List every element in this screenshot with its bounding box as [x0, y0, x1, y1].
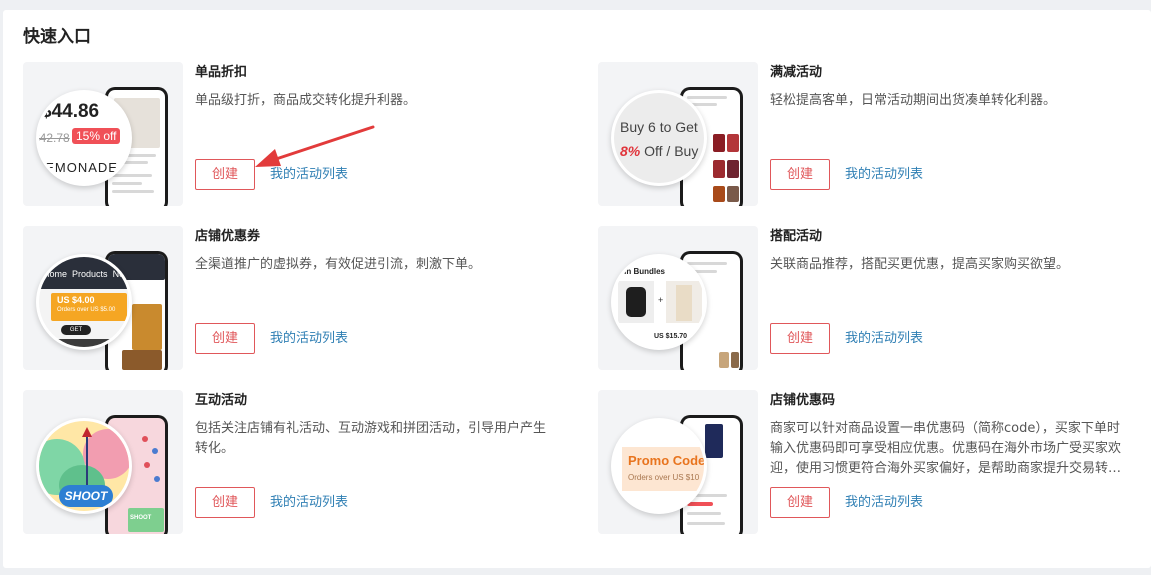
coupon-ticket: US $4.00 Orders over US $5.00	[51, 293, 127, 321]
shoot-pill: SHOOT	[59, 485, 113, 507]
card-description: 商家可以针对商品设置一串优惠码（简称code），买家下单时输入优惠码即可享受相应…	[770, 421, 1122, 476]
section-title: 快速入口	[23, 27, 91, 47]
create-button[interactable]: 创建	[770, 159, 830, 190]
bundle-plus: +	[658, 295, 664, 305]
card-description: 单品级打折，商品成交转化提升利器。	[195, 93, 417, 108]
create-button[interactable]: 创建	[770, 323, 830, 354]
discount-lens: $44.86 $42.78 15% off LEMONADE	[36, 90, 132, 186]
shoot-lens: SHOOT	[36, 418, 132, 514]
card-description: 轻松提高客单，日常活动期间出货凑单转化利器。	[770, 93, 1057, 108]
buy-get-lens: Buy 6 to Get 8% Off / Buy	[611, 90, 707, 186]
buy-get-line: Buy 6 to Get	[620, 119, 698, 135]
nav-products: Products	[72, 269, 108, 279]
price-text: $44.86	[41, 101, 100, 122]
brand-word: LEMONADE	[37, 160, 118, 175]
create-button[interactable]: 创建	[770, 487, 830, 518]
card-full-reduction: Buy 6 to Get 8% Off / Buy 满减活动 轻松提高客单，日常…	[598, 62, 1138, 207]
discount-badge: 15% off	[72, 128, 121, 144]
nav-new: New	[112, 269, 131, 279]
create-button[interactable]: 创建	[195, 159, 255, 190]
activity-list-link[interactable]: 我的活动列表	[845, 166, 923, 184]
create-button[interactable]: 创建	[195, 323, 255, 354]
thumb-promo-code: Promo Code Orders over US $10	[598, 390, 758, 534]
promo-code-label: Promo Code	[628, 453, 706, 468]
card-bundle: p in Bundles + US $15.70 搭配活动 关联商品推荐，搭配买…	[598, 226, 1138, 371]
coupon-condition: Orders over US $5.00	[57, 307, 116, 313]
off-per-buy: Off / Buy	[640, 143, 699, 159]
promo-code-lens: Promo Code Orders over US $10	[611, 418, 707, 514]
get-coupon-pill: GET	[61, 325, 91, 335]
promo-code-condition: Orders over US $10	[628, 473, 700, 482]
bundle-item-pants	[666, 281, 702, 323]
activity-list-link[interactable]: 我的活动列表	[270, 330, 348, 348]
shoot-small-label: SHOOT	[130, 515, 152, 521]
card-title: 单品折扣	[195, 65, 248, 80]
card-description: 全渠道推广的虚拟券，有效促进引流，刺激下单。	[195, 257, 482, 272]
card-store-coupon: Home Products New US $4.00 Orders over U…	[23, 226, 563, 371]
coupon-lens: Home Products New US $4.00 Orders over U…	[36, 254, 132, 350]
thumb-store-coupon: Home Products New US $4.00 Orders over U…	[23, 226, 183, 370]
activity-list-link[interactable]: 我的活动列表	[845, 330, 923, 348]
bundle-item-top	[618, 281, 654, 323]
coupon-amount: US $4.00	[57, 295, 95, 305]
card-title: 互动活动	[195, 393, 248, 408]
discount-percent: 8%	[620, 143, 641, 159]
card-title: 店铺优惠码	[770, 393, 836, 408]
shoot-label: SHOOT	[64, 489, 108, 503]
create-button[interactable]: 创建	[195, 487, 255, 518]
bundle-price: US $15.70	[654, 333, 688, 340]
quick-entry-panel: 快速入口 $44.86 $42.78 15% off LEMONADE 单品折扣…	[3, 10, 1151, 568]
activity-list-link[interactable]: 我的活动列表	[845, 494, 923, 512]
thumb-bundle: p in Bundles + US $15.70	[598, 226, 758, 370]
bundle-lens: p in Bundles + US $15.70	[611, 254, 707, 350]
thumb-single-discount: $44.86 $42.78 15% off LEMONADE	[23, 62, 183, 206]
card-title: 店铺优惠券	[195, 229, 261, 244]
card-description: 包括关注店铺有礼活动、互动游戏和拼团活动，引导用户产生转化。	[195, 421, 547, 456]
card-interactive: SHOOT SHOOT 互动活动 包括关注店铺有礼活动、互动游戏和拼团活动，引导…	[23, 390, 563, 535]
nav-home: Home	[43, 269, 68, 279]
activity-list-link[interactable]: 我的活动列表	[270, 494, 348, 512]
old-price-text: $42.78	[36, 131, 70, 145]
card-promo-code: Promo Code Orders over US $10 店铺优惠码 商家可以…	[598, 390, 1138, 535]
promo-ticket: Promo Code Orders over US $10	[622, 447, 706, 491]
card-description: 关联商品推荐，搭配买更优惠，提高买家购买欲望。	[770, 257, 1070, 272]
pointer-arrow-icon	[255, 125, 375, 167]
card-title: 搭配活动	[770, 229, 823, 244]
thumb-full-reduction: Buy 6 to Get 8% Off / Buy	[598, 62, 758, 206]
thumb-interactive: SHOOT SHOOT	[23, 390, 183, 534]
card-title: 满减活动	[770, 65, 823, 80]
bundle-heading: p in Bundles	[617, 267, 665, 276]
